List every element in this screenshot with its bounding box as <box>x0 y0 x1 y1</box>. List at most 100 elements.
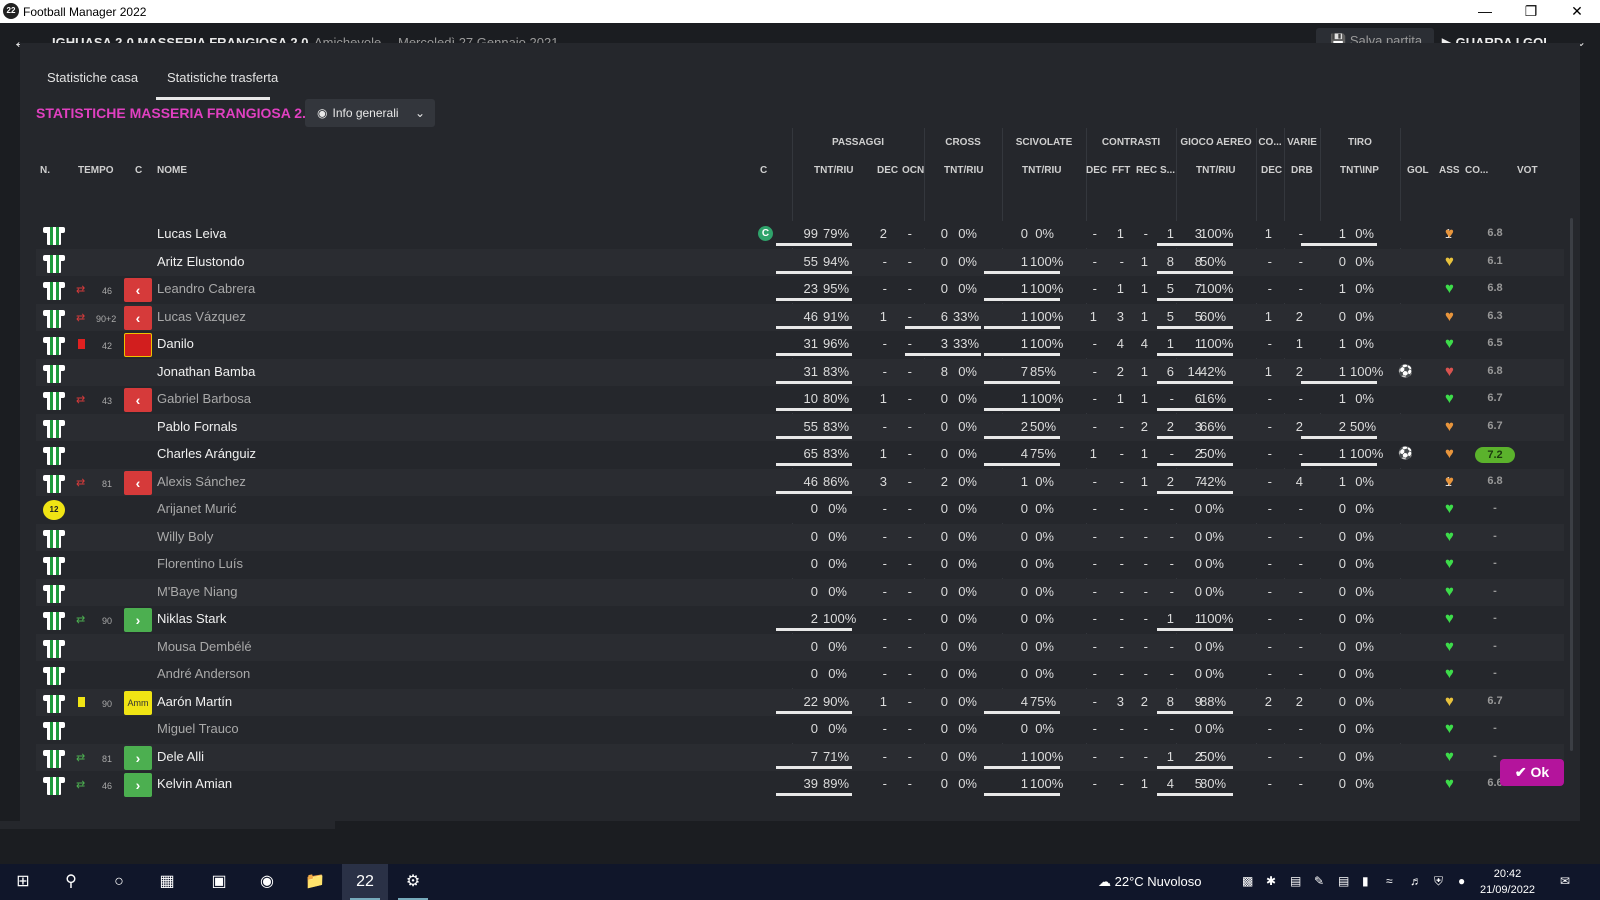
stat-drb: - <box>1298 776 1303 791</box>
player-rating: - <box>1493 722 1497 734</box>
player-name[interactable]: Gabriel Barbosa <box>157 391 251 406</box>
stat-ca: 0 <box>940 611 948 626</box>
tray-app-icon[interactable]: ▩ <box>1242 874 1253 888</box>
stat-tp: 50% <box>1350 419 1377 434</box>
column-header-sciv[interactable]: TNT/RIU <box>1022 165 1061 176</box>
tray-battery-icon[interactable]: ▮ <box>1362 874 1369 888</box>
tray-network-icon[interactable]: ▤ <box>1338 874 1349 888</box>
column-header-fft[interactable]: FFT <box>1112 165 1130 176</box>
column-header-cross[interactable]: TNT/RIU <box>944 165 983 176</box>
fm-editor-icon[interactable]: ⚙ <box>390 864 436 900</box>
column-header-dec[interactable]: DEC <box>877 165 898 176</box>
stat-codec: 1 <box>1264 226 1272 241</box>
player-name[interactable]: Dele Alli <box>157 749 204 764</box>
player-name[interactable]: Danilo <box>157 336 194 351</box>
stat-pp: 90% <box>823 694 850 709</box>
stat-pdec: - <box>882 611 887 626</box>
column-header-tempo[interactable]: TEMPO <box>78 165 114 176</box>
player-name[interactable]: Pablo Fornals <box>157 419 237 434</box>
scrollbar[interactable] <box>1570 218 1573 751</box>
tray-antivirus-icon[interactable]: ✱ <box>1266 874 1276 888</box>
stat-sp: 0% <box>1035 584 1054 599</box>
search-icon[interactable]: ⚲ <box>48 864 94 900</box>
tray-pen-icon[interactable]: ✎ <box>1314 874 1324 888</box>
system-clock[interactable]: 20:42 21/09/2022 <box>1480 866 1535 898</box>
player-name[interactable]: André Anderson <box>157 666 250 681</box>
column-header-pass[interactable]: TNT/RIU <box>814 165 853 176</box>
column-header-rec[interactable]: REC <box>1136 165 1157 176</box>
player-name[interactable]: Charles Aránguiz <box>157 446 256 461</box>
tray-device-icon[interactable]: ▤ <box>1290 874 1301 888</box>
tab-away-stats[interactable]: Statistiche trasferta <box>167 70 278 85</box>
player-name[interactable]: Leandro Cabrera <box>157 281 255 296</box>
column-header-nome[interactable]: NOME <box>157 165 187 176</box>
player-name[interactable]: M'Baye Niang <box>157 584 238 599</box>
column-header-aereo[interactable]: TNT/RIU <box>1196 165 1235 176</box>
maximize-button[interactable]: ❐ <box>1508 1 1554 21</box>
stat-pp: 95% <box>823 281 850 296</box>
column-header-ass[interactable]: ASS <box>1439 165 1460 176</box>
chrome-icon[interactable]: ◉ <box>244 864 290 900</box>
tray-shield-icon[interactable]: ⛨ <box>1434 874 1443 889</box>
stat-rec: 1 <box>1140 281 1148 296</box>
volume-icon[interactable]: ♬ <box>1410 874 1422 888</box>
stat-rec: 1 <box>1140 446 1148 461</box>
remote-desktop-icon[interactable]: ▣ <box>196 864 242 900</box>
player-name[interactable]: Aarón Martín <box>157 694 232 709</box>
player-name[interactable]: Jonathan Bamba <box>157 364 255 379</box>
minimize-button[interactable]: — <box>1462 1 1508 21</box>
player-name[interactable]: Miguel Trauco <box>157 721 239 736</box>
task-view-icon[interactable]: ▦ <box>144 864 190 900</box>
column-header-ocn[interactable]: OCN <box>902 165 924 176</box>
player-name[interactable]: Aritz Elustondo <box>157 254 244 269</box>
tray-steam-icon[interactable]: ● <box>1458 874 1465 888</box>
player-name[interactable]: Arijanet Murić <box>157 501 236 516</box>
stat-rec: 1 <box>1140 254 1148 269</box>
player-name[interactable]: Florentino Luís <box>157 556 243 571</box>
ok-button[interactable]: ✔ Ok <box>1500 759 1564 786</box>
close-button[interactable]: ✕ <box>1554 1 1600 21</box>
stat-s: - <box>1169 584 1174 599</box>
player-name[interactable]: Lucas Leiva <box>157 226 226 241</box>
file-explorer-icon[interactable]: 📁 <box>292 864 338 900</box>
stat-ca: 0 <box>940 776 948 791</box>
notifications-icon[interactable]: ✉ <box>1560 874 1570 888</box>
player-shirt-icon <box>43 363 65 383</box>
column-header-c2[interactable]: C <box>760 165 767 176</box>
weather-widget[interactable]: ☁ 22°C Nuvoloso <box>1098 874 1202 890</box>
stat-bar <box>984 436 1060 439</box>
player-name[interactable]: Niklas Stark <box>157 611 226 626</box>
stat-bar <box>776 243 852 246</box>
player-name[interactable]: Mousa Dembélé <box>157 639 252 654</box>
stat-tp: 100% <box>1350 364 1384 379</box>
player-name[interactable]: Alexis Sánchez <box>157 474 246 489</box>
column-header-vot[interactable]: VOT <box>1517 165 1538 176</box>
wifi-icon[interactable]: ≈ <box>1386 874 1393 888</box>
info-dropdown[interactable]: ◉ Info generali ⌄ <box>305 99 435 127</box>
column-header-c[interactable]: C <box>135 165 142 176</box>
column-header-codec[interactable]: DEC <box>1261 165 1282 176</box>
column-header-gol[interactable]: GOL <box>1407 165 1429 176</box>
stat-sa: 0 <box>1020 556 1028 571</box>
column-header-tiro[interactable]: TNT\INP <box>1340 165 1379 176</box>
cortana-icon[interactable]: ○ <box>96 864 142 900</box>
player-rating: - <box>1493 612 1497 624</box>
stat-pp: 100% <box>823 611 857 626</box>
column-header-co[interactable]: CO... <box>1465 165 1488 176</box>
player-name[interactable]: Willy Boly <box>157 529 213 544</box>
windows-start-icon[interactable]: ⊞ <box>0 864 46 900</box>
stat-ocn: - <box>907 226 912 241</box>
player-name[interactable]: Lucas Vázquez <box>157 309 246 324</box>
stat-sa: 4 <box>1020 446 1028 461</box>
stat-pdec: - <box>882 529 887 544</box>
column-header-drb[interactable]: DRB <box>1291 165 1313 176</box>
shirt-body <box>47 667 61 685</box>
column-header-n[interactable]: N. <box>40 165 50 176</box>
stat-aa: 0 <box>1194 721 1202 736</box>
tab-home-stats[interactable]: Statistiche casa <box>47 70 138 85</box>
player-name[interactable]: Kelvin Amian <box>157 776 232 791</box>
yellow-card-badge: Amm <box>124 691 152 715</box>
column-header-s[interactable]: S... <box>1160 165 1175 176</box>
football-manager-icon[interactable]: 22 <box>342 864 388 900</box>
column-header-cdec[interactable]: DEC <box>1086 165 1107 176</box>
